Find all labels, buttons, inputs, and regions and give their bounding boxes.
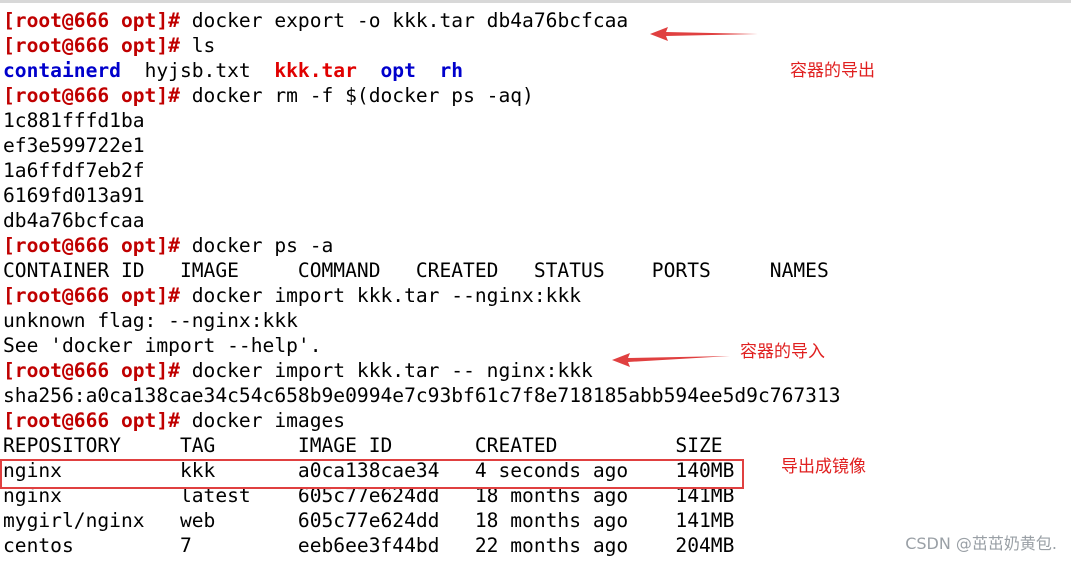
terminal-line: sha256:a0ca138cae34c54c658b9e0994e7c93bf… [3, 383, 841, 408]
terminal-line: unknown flag: --nginx:kkk [3, 308, 841, 333]
shell-prompt: [root@666 opt]# [3, 34, 180, 57]
shell-prompt: [root@666 opt]# [3, 234, 180, 257]
highlight-box [0, 459, 744, 489]
output-text: unknown flag: --nginx:kkk [3, 309, 298, 332]
terminal-line: 1a6ffdf7eb2f [3, 158, 841, 183]
output-text: db4a76bcfcaa [3, 209, 145, 232]
output-text: ef3e599722e1 [3, 134, 145, 157]
terminal-line: CONTAINER ID IMAGE COMMAND CREATED STATU… [3, 258, 841, 283]
command-text: ls [179, 34, 216, 57]
annotation-import: 容器的导入 [740, 342, 825, 362]
terminal-line: [root@666 opt]# docker import kkk.tar --… [3, 283, 841, 308]
output-text: See 'docker import --help'. [3, 334, 322, 357]
terminal-line: 6169fd013a91 [3, 183, 841, 208]
watermark: CSDN @茁茁奶黄包. [905, 534, 1057, 553]
command-text: docker export -o kkk.tar db4a76bcfcaa [179, 9, 629, 32]
output-text: mygirl/nginx web 605c77e624dd 18 months … [3, 509, 735, 532]
output-text: centos 7 eeb6ee3f44bd 22 months ago 204M… [3, 534, 735, 557]
shell-prompt: [root@666 opt]# [3, 284, 180, 307]
terminal-line: [root@666 opt]# docker images [3, 408, 841, 433]
shell-prompt: [root@666 opt]# [3, 84, 180, 107]
command-text: docker rm -f $(docker ps -aq) [179, 84, 534, 107]
terminal-line: mygirl/nginx web 605c77e624dd 18 months … [3, 508, 841, 533]
terminal-line: ef3e599722e1 [3, 133, 841, 158]
output-text: 6169fd013a91 [3, 184, 145, 207]
terminal-line: centos 7 eeb6ee3f44bd 22 months ago 204M… [3, 533, 841, 558]
shell-prompt: [root@666 opt]# [3, 9, 180, 32]
shell-prompt: [root@666 opt]# [3, 359, 180, 382]
ls-entry: kkk.tar [274, 59, 357, 82]
command-text: docker images [179, 409, 346, 432]
command-text: docker ps -a [179, 234, 334, 257]
ls-entry: hyjsb.txt [144, 59, 251, 82]
output-text: REPOSITORY TAG IMAGE ID CREATED SIZE [3, 434, 723, 457]
annotation-export: 容器的导出 [790, 61, 875, 81]
terminal-line: [root@666 opt]# docker rm -f $(docker ps… [3, 83, 841, 108]
annotation-to-image: 导出成镜像 [781, 457, 866, 477]
arrow-export-icon [650, 27, 758, 41]
output-text: 1a6ffdf7eb2f [3, 159, 145, 182]
ls-entry: opt [380, 59, 416, 82]
output-text: sha256:a0ca138cae34c54c658b9e0994e7c93bf… [3, 384, 841, 407]
output-text: 1c881fffd1ba [3, 109, 145, 132]
shell-prompt: [root@666 opt]# [3, 409, 180, 432]
terminal-line: 1c881fffd1ba [3, 108, 841, 133]
command-text: docker import kkk.tar -- nginx:kkk [179, 359, 593, 382]
arrow-import-icon [612, 353, 730, 367]
terminal-line: [root@666 opt]# docker ps -a [3, 233, 841, 258]
terminal-line: containerd hyjsb.txt kkk.tar opt rh [3, 58, 841, 83]
terminal-line: REPOSITORY TAG IMAGE ID CREATED SIZE [3, 433, 841, 458]
output-text: CONTAINER ID IMAGE COMMAND CREATED STATU… [3, 259, 829, 282]
terminal-line: db4a76bcfcaa [3, 208, 841, 233]
ls-entry: containerd [3, 59, 121, 82]
window-top-border [0, 0, 1071, 3]
ls-entry: rh [439, 59, 464, 82]
command-text: docker import kkk.tar --nginx:kkk [179, 284, 582, 307]
